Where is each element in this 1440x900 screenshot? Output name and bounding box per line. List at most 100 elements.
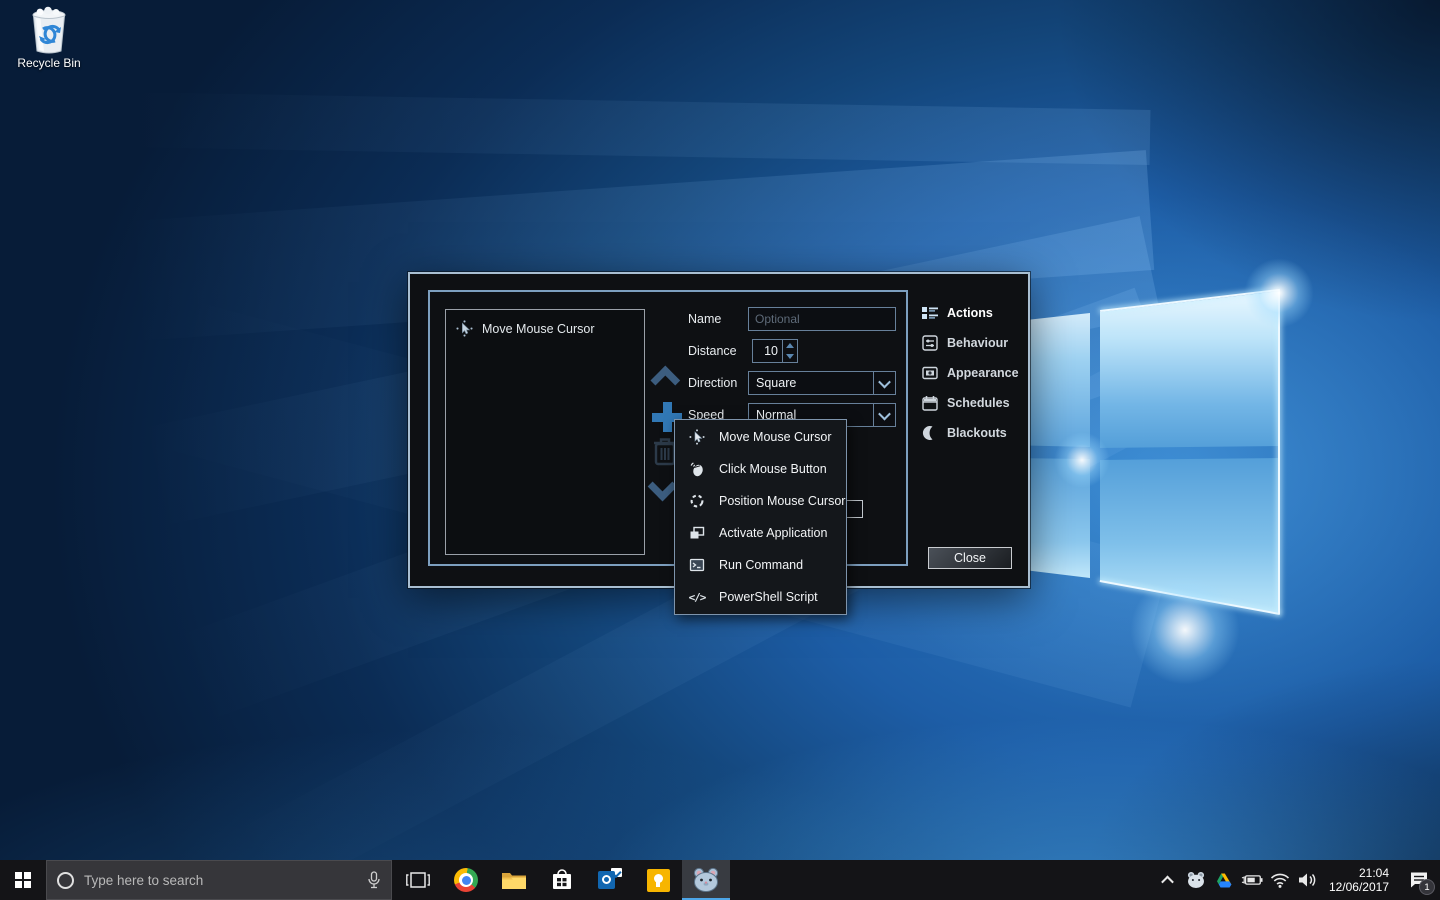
- google-drive-tray-button[interactable]: [1213, 860, 1235, 900]
- tab-label: Appearance: [947, 366, 1019, 380]
- logo-edge-highlight: [1278, 292, 1280, 614]
- direction-value: Square: [749, 376, 873, 390]
- chrome-icon: [454, 868, 478, 892]
- volume-icon: [1298, 872, 1318, 888]
- chrome-taskbar-button[interactable]: [442, 860, 490, 900]
- taskbar-clock[interactable]: 21:04 12/06/2017: [1325, 866, 1396, 894]
- action-list[interactable]: Move Mouse Cursor: [445, 309, 645, 555]
- cortana-icon: [57, 872, 74, 889]
- move-mouse-tray-button[interactable]: [1185, 860, 1207, 900]
- taskbar-search[interactable]: [46, 860, 392, 900]
- microphone-icon[interactable]: [367, 871, 381, 889]
- search-input[interactable]: [84, 873, 357, 888]
- file-explorer-icon: [501, 869, 527, 891]
- file-explorer-taskbar-button[interactable]: [490, 860, 538, 900]
- move-mouse-app-icon: [692, 867, 720, 893]
- move-mouse-cursor-icon: [456, 320, 473, 337]
- run-command-icon: [689, 557, 705, 573]
- start-button[interactable]: [0, 860, 46, 900]
- schedules-icon: [922, 395, 938, 411]
- clock-date: 12/06/2017: [1329, 880, 1389, 894]
- tab-behaviour[interactable]: Behaviour: [922, 332, 1022, 354]
- close-button-label: Close: [954, 551, 986, 565]
- move-mouse-cursor-icon: [689, 429, 705, 445]
- move-mouse-taskbar-button[interactable]: [682, 860, 730, 900]
- google-drive-icon: [1215, 872, 1233, 889]
- chevron-down-icon[interactable]: [873, 372, 895, 394]
- chevron-up-icon: [1162, 875, 1175, 888]
- form-checkbox[interactable]: [846, 500, 863, 518]
- tab-label: Blackouts: [947, 426, 1007, 440]
- menu-item-label: Run Command: [719, 558, 803, 572]
- taskbar-app-icons: [442, 860, 730, 900]
- list-item[interactable]: Move Mouse Cursor: [446, 310, 644, 345]
- task-view-icon: [406, 871, 430, 889]
- menu-item-label: Click Mouse Button: [719, 462, 827, 476]
- menu-item-move-mouse-cursor[interactable]: Move Mouse Cursor: [675, 421, 846, 453]
- close-button[interactable]: Close: [928, 547, 1012, 569]
- menu-item-label: Move Mouse Cursor: [719, 430, 832, 444]
- move-mouse-tray-icon: [1186, 871, 1206, 889]
- windows-start-icon: [15, 872, 31, 888]
- distance-value: 10: [753, 340, 782, 362]
- tray-expand-button[interactable]: [1157, 860, 1179, 900]
- recycle-bin-shortcut[interactable]: Recycle Bin: [10, 6, 88, 70]
- activate-application-icon: [689, 525, 705, 541]
- actions-icon: [922, 305, 938, 321]
- menu-item-click-mouse-button[interactable]: Click Mouse Button: [675, 453, 846, 485]
- tab-appearance[interactable]: Appearance: [922, 362, 1022, 384]
- outlook-icon: [598, 868, 622, 892]
- store-taskbar-button[interactable]: [538, 860, 586, 900]
- nav-sidebar: Actions Behaviour Appearance: [922, 302, 1022, 452]
- menu-item-powershell-script[interactable]: </> PowerShell Script: [675, 581, 846, 613]
- chevron-down-icon[interactable]: [873, 404, 895, 426]
- tab-label: Actions: [947, 306, 993, 320]
- menu-item-label: Position Mouse Cursor: [719, 494, 845, 508]
- tab-label: Behaviour: [947, 336, 1008, 350]
- name-input[interactable]: [748, 307, 896, 331]
- outlook-taskbar-button[interactable]: [586, 860, 634, 900]
- distance-label: Distance: [688, 344, 737, 358]
- position-mouse-cursor-icon: [689, 493, 705, 509]
- light-flare: [1244, 258, 1314, 328]
- keep-icon: [647, 869, 670, 892]
- spin-down-icon[interactable]: [783, 351, 797, 362]
- recycle-bin-label: Recycle Bin: [10, 56, 88, 70]
- tab-actions[interactable]: Actions: [922, 302, 1022, 324]
- light-flare: [1130, 575, 1240, 685]
- move-down-button[interactable]: [652, 476, 672, 496]
- list-item-label: Move Mouse Cursor: [482, 322, 595, 336]
- tab-blackouts[interactable]: Blackouts: [922, 422, 1022, 444]
- menu-item-run-command[interactable]: Run Command: [675, 549, 846, 581]
- menu-item-activate-application[interactable]: Activate Application: [675, 517, 846, 549]
- volume-tray-button[interactable]: [1297, 860, 1319, 900]
- keep-taskbar-button[interactable]: [634, 860, 682, 900]
- blackouts-icon: [922, 425, 938, 441]
- recycle-bin-icon: [27, 6, 71, 54]
- action-center-button[interactable]: 1: [1402, 860, 1436, 900]
- menu-item-label: Activate Application: [719, 526, 827, 540]
- notification-badge: 1: [1419, 879, 1435, 895]
- distance-stepper[interactable]: 10: [752, 339, 798, 363]
- tab-schedules[interactable]: Schedules: [922, 392, 1022, 414]
- battery-tray-button[interactable]: [1241, 860, 1263, 900]
- wifi-tray-button[interactable]: [1269, 860, 1291, 900]
- spin-up-icon[interactable]: [783, 340, 797, 351]
- move-up-button[interactable]: [652, 370, 672, 390]
- powershell-script-icon: </>: [689, 591, 706, 604]
- wifi-icon: [1270, 873, 1290, 888]
- direction-label: Direction: [688, 376, 737, 390]
- system-tray: 21:04 12/06/2017 1: [1157, 860, 1440, 900]
- direction-select[interactable]: Square: [748, 371, 896, 395]
- menu-item-label: PowerShell Script: [719, 590, 818, 604]
- name-label: Name: [688, 312, 721, 326]
- add-action-menu: Move Mouse Cursor Click Mouse Button Pos…: [674, 419, 847, 615]
- taskbar: 21:04 12/06/2017 1: [0, 860, 1440, 900]
- tab-label: Schedules: [947, 396, 1010, 410]
- task-view-button[interactable]: [396, 860, 440, 900]
- menu-item-position-mouse-cursor[interactable]: Position Mouse Cursor: [675, 485, 846, 517]
- appearance-icon: [922, 365, 938, 381]
- clock-time: 21:04: [1329, 866, 1389, 880]
- behaviour-icon: [922, 335, 938, 351]
- desktop: Recycle Bin Move Mouse Cursor: [0, 0, 1440, 900]
